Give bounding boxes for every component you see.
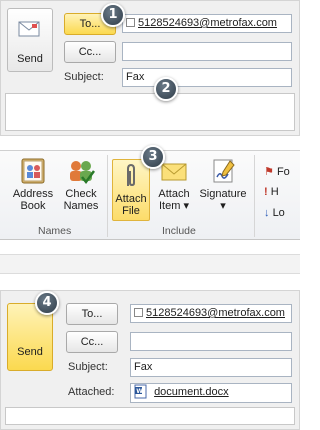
subject-field[interactable]: Fax — [130, 358, 292, 377]
check-names-button[interactable]: Check Names — [60, 157, 102, 212]
signature-button[interactable]: Signature ▾ — [196, 157, 250, 212]
step-badge-4: 4 — [35, 291, 59, 315]
flag-icon: ⚑ — [264, 166, 274, 178]
compose-header-step4: Send To... Cc... Subject: Attached: 5128… — [0, 290, 300, 430]
message-body[interactable] — [5, 93, 295, 131]
recipient-checkbox[interactable] — [126, 17, 135, 27]
include-group-label: Include — [162, 225, 196, 237]
check-names-label: Check Names — [63, 188, 99, 212]
step-badge-2: 2 — [154, 77, 178, 101]
to-recipient[interactable]: 5128524693@metrofax.com — [146, 307, 285, 319]
word-document-icon: W — [134, 384, 147, 399]
subject-label: Subject: — [64, 71, 104, 83]
attachment-name[interactable]: document.docx — [154, 386, 229, 398]
send-envelope-icon — [18, 21, 40, 37]
check-names-icon — [70, 161, 96, 185]
ribbon-bar: Address Book Check Names Names Attach Fi… — [0, 145, 300, 240]
compose-header-step1: Send To... Cc... Subject: 5128524693@met… — [0, 0, 300, 136]
attach-file-label: Attach File — [115, 193, 147, 217]
address-book-label: Address Book — [12, 188, 54, 212]
arrow-down-icon: ↓ — [264, 207, 270, 219]
low-importance-item[interactable]: ↓ Lo — [264, 207, 285, 219]
signature-label: Signature ▾ — [199, 188, 247, 212]
to-field[interactable]: 5128524693@metrofax.com — [130, 304, 292, 323]
signature-icon — [213, 159, 235, 183]
ribbon-separator — [107, 155, 108, 237]
send-label: Send — [17, 346, 43, 358]
recipient-checkbox[interactable] — [134, 307, 143, 317]
cc-button[interactable]: Cc... — [64, 41, 116, 63]
send-label: Send — [17, 53, 43, 65]
attachment-field[interactable]: W document.docx — [130, 383, 292, 403]
to-button[interactable]: To... — [66, 303, 118, 325]
svg-text:W: W — [136, 388, 143, 395]
address-book-icon — [21, 158, 45, 184]
cc-field[interactable] — [130, 332, 292, 351]
message-area-strip — [0, 254, 300, 274]
step-badge-1: 1 — [101, 3, 125, 27]
attach-item-label: Attach Item ▾ — [158, 188, 190, 212]
ribbon-separator — [254, 155, 255, 237]
exclamation-icon: ! — [264, 186, 268, 198]
attach-file-button[interactable]: Attach File — [112, 159, 150, 221]
subject-field[interactable]: Fax — [122, 68, 292, 87]
to-recipient[interactable]: 5128524693@metrofax.com — [138, 17, 277, 29]
to-field[interactable]: 5128524693@metrofax.com — [122, 14, 292, 33]
address-book-button[interactable]: Address Book — [10, 157, 56, 212]
send-button[interactable]: Send — [7, 8, 53, 72]
subject-label: Subject: — [68, 361, 108, 373]
paperclip-icon — [127, 163, 135, 187]
follow-up-item[interactable]: ⚑ Fo — [264, 165, 290, 178]
cc-button[interactable]: Cc... — [66, 331, 118, 353]
cc-field[interactable] — [122, 42, 292, 61]
names-group-label: Names — [38, 225, 72, 237]
attached-label: Attached: — [68, 386, 115, 398]
high-importance-item[interactable]: ! H — [264, 186, 279, 198]
message-body[interactable] — [5, 407, 295, 425]
step-badge-3: 3 — [141, 145, 165, 169]
ribbon-panel: Address Book Check Names Names Attach Fi… — [0, 145, 300, 278]
